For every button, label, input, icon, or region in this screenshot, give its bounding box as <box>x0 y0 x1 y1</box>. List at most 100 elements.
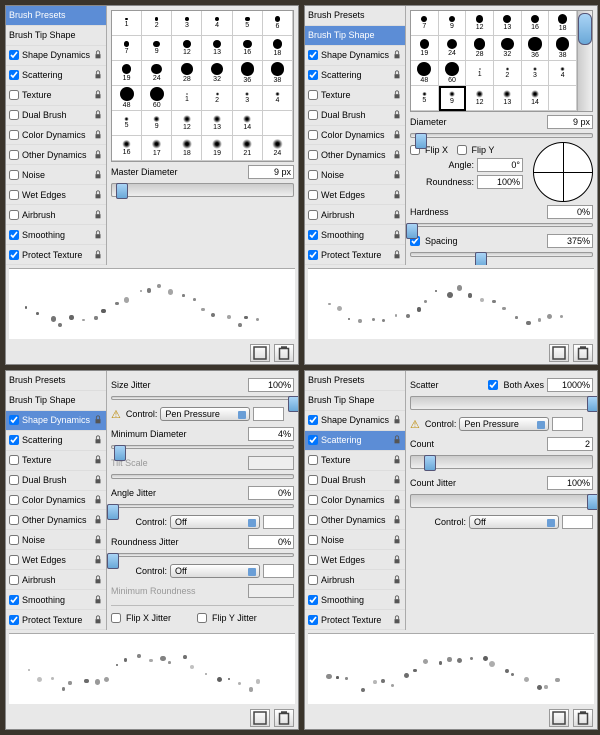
preset-protect-texture[interactable]: Protect Texture <box>6 610 106 630</box>
preset-scattering[interactable]: Scattering <box>305 66 405 86</box>
preset-checkbox[interactable] <box>308 555 318 565</box>
min-diameter-input[interactable] <box>248 427 294 441</box>
angle-jitter-input[interactable] <box>248 486 294 500</box>
size-jitter-input[interactable] <box>248 378 294 392</box>
preset-checkbox[interactable] <box>9 170 19 180</box>
preset-checkbox[interactable] <box>9 250 19 260</box>
preset-texture[interactable]: Texture <box>6 86 106 106</box>
preset-brush-presets[interactable]: Brush Presets <box>305 6 405 26</box>
brush-tip[interactable]: 13 <box>202 36 232 61</box>
preset-other-dynamics[interactable]: Other Dynamics <box>305 510 405 530</box>
scrollbar[interactable] <box>577 11 592 111</box>
brush-tip[interactable]: 14 <box>522 86 550 111</box>
count-control-dropdown[interactable]: Off <box>469 515 559 529</box>
round-control-dropdown[interactable]: Off <box>170 564 260 578</box>
preset-checkbox[interactable] <box>9 575 19 585</box>
preset-airbrush[interactable]: Airbrush <box>305 205 405 225</box>
preset-shape-dynamics[interactable]: Shape Dynamics <box>305 411 405 431</box>
angle-control-value[interactable] <box>263 515 294 529</box>
diameter-input[interactable] <box>547 115 593 129</box>
control-value[interactable] <box>253 407 284 421</box>
preset-dual-brush[interactable]: Dual Brush <box>305 471 405 491</box>
preset-color-dynamics[interactable]: Color Dynamics <box>305 126 405 146</box>
preset-airbrush[interactable]: Airbrush <box>6 205 106 225</box>
brush-tip[interactable]: 6 <box>263 11 293 36</box>
brush-tip[interactable]: 48 <box>411 61 439 86</box>
brush-tip-grid[interactable]: 79121316181924283236384860123459121314 <box>411 11 577 111</box>
brush-tip-grid[interactable]: 1234567912131618192428323638486012345912… <box>111 10 294 162</box>
brush-tip[interactable]: 19 <box>411 36 439 61</box>
brush-tip[interactable]: 60 <box>439 61 467 86</box>
scatter-input[interactable] <box>547 378 593 392</box>
flip-y-jitter-checkbox[interactable] <box>197 613 207 623</box>
round-control-value[interactable] <box>263 564 294 578</box>
preset-checkbox[interactable] <box>9 595 19 605</box>
new-preset-icon[interactable] <box>549 344 569 362</box>
brush-tip[interactable]: 3 <box>233 86 263 111</box>
preset-checkbox[interactable] <box>9 455 19 465</box>
preset-shape-dynamics[interactable]: Shape Dynamics <box>6 411 106 431</box>
preset-checkbox[interactable] <box>308 475 318 485</box>
brush-tip[interactable] <box>549 86 577 111</box>
brush-tip[interactable]: 7 <box>112 36 142 61</box>
spacing-input[interactable] <box>547 234 593 248</box>
master-diameter-input[interactable] <box>248 165 294 179</box>
preset-checkbox[interactable] <box>308 515 318 525</box>
preset-texture[interactable]: Texture <box>6 451 106 471</box>
brush-tip[interactable]: 16 <box>522 11 550 36</box>
angle-control[interactable] <box>533 142 593 202</box>
flip-y-checkbox[interactable] <box>457 145 467 155</box>
brush-tip[interactable]: 28 <box>172 61 202 86</box>
preset-checkbox[interactable] <box>9 130 19 140</box>
preset-smoothing[interactable]: Smoothing <box>6 225 106 245</box>
diameter-slider[interactable] <box>410 133 593 138</box>
new-preset-icon[interactable] <box>549 709 569 727</box>
brush-tip[interactable]: 100 <box>263 161 293 162</box>
preset-checkbox[interactable] <box>9 555 19 565</box>
preset-checkbox[interactable] <box>308 415 318 425</box>
master-diameter-slider[interactable] <box>111 183 294 197</box>
brush-tip[interactable]: 9 <box>439 86 467 111</box>
brush-tip[interactable]: 3 <box>172 11 202 36</box>
preset-checkbox[interactable] <box>308 90 318 100</box>
preset-checkbox[interactable] <box>9 435 19 445</box>
preset-wet-edges[interactable]: Wet Edges <box>6 185 106 205</box>
preset-checkbox[interactable] <box>308 250 318 260</box>
preset-other-dynamics[interactable]: Other Dynamics <box>6 145 106 165</box>
new-preset-icon[interactable] <box>250 709 270 727</box>
preset-checkbox[interactable] <box>308 150 318 160</box>
preset-checkbox[interactable] <box>308 210 318 220</box>
trash-icon[interactable] <box>573 709 593 727</box>
preset-checkbox[interactable] <box>308 495 318 505</box>
brush-tip[interactable]: 9 <box>142 111 172 136</box>
preset-protect-texture[interactable]: Protect Texture <box>6 245 106 265</box>
roundness-jitter-slider[interactable] <box>111 553 294 557</box>
preset-brush-tip-shape[interactable]: Brush Tip Shape <box>305 26 405 46</box>
trash-icon[interactable] <box>274 709 294 727</box>
preset-brush-tip-shape[interactable]: Brush Tip Shape <box>6 26 106 46</box>
preset-checkbox[interactable] <box>9 50 19 60</box>
brush-tip[interactable]: 45 <box>142 161 172 162</box>
preset-checkbox[interactable] <box>308 190 318 200</box>
preset-shape-dynamics[interactable]: Shape Dynamics <box>6 46 106 66</box>
brush-tip[interactable]: 38 <box>549 36 577 61</box>
brush-tip[interactable]: 2 <box>494 61 522 86</box>
brush-tip[interactable]: 18 <box>172 136 202 161</box>
min-diameter-slider[interactable] <box>111 445 294 449</box>
size-jitter-slider[interactable] <box>111 396 294 400</box>
brush-tip[interactable]: 28 <box>466 36 494 61</box>
brush-tip[interactable]: 60 <box>202 161 232 162</box>
hardness-slider[interactable] <box>410 223 593 228</box>
brush-tip[interactable]: 24 <box>263 136 293 161</box>
preset-checkbox[interactable] <box>308 535 318 545</box>
count-input[interactable] <box>547 437 593 451</box>
brush-tip[interactable] <box>263 111 293 136</box>
preset-wet-edges[interactable]: Wet Edges <box>305 185 405 205</box>
preset-checkbox[interactable] <box>9 495 19 505</box>
preset-brush-presets[interactable]: Brush Presets <box>6 371 106 391</box>
brush-tip[interactable]: 1 <box>172 86 202 111</box>
brush-tip[interactable]: 7 <box>411 11 439 36</box>
scatter-slider[interactable] <box>410 396 593 410</box>
both-axes-checkbox[interactable] <box>488 380 498 390</box>
brush-tip[interactable]: 16 <box>233 36 263 61</box>
